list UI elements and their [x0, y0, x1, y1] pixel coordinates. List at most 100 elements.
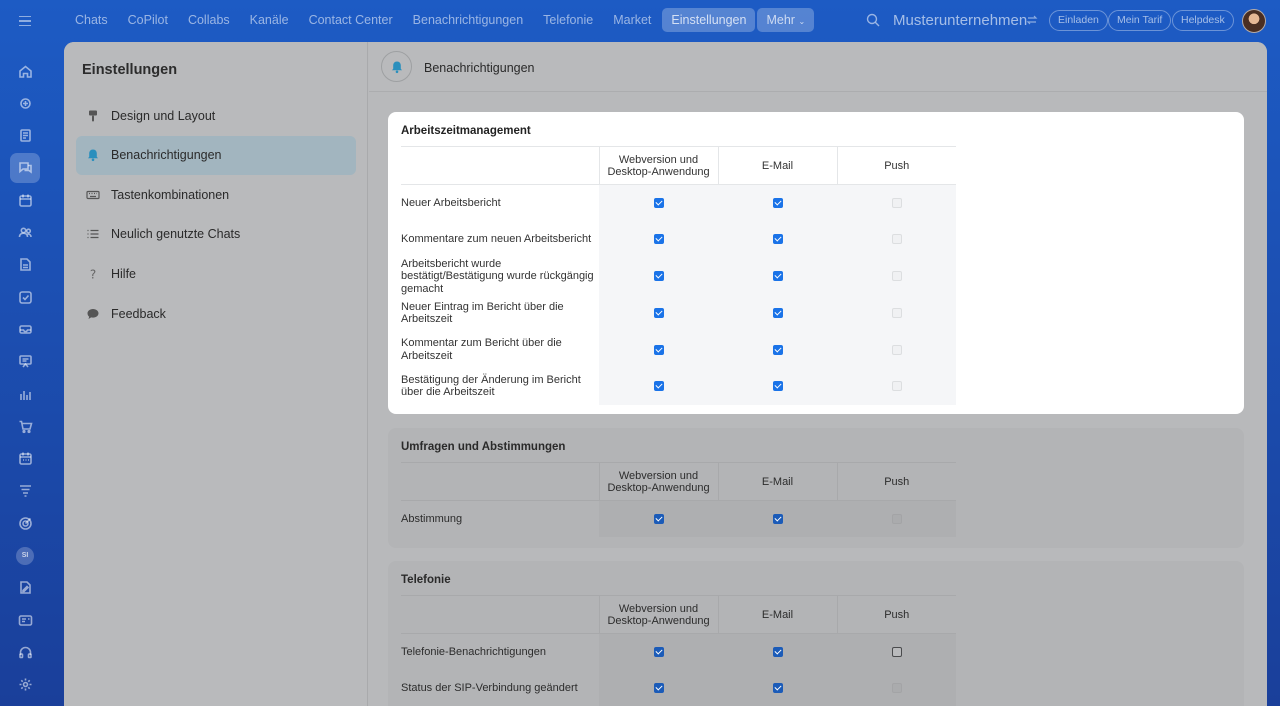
email-checkbox-cell — [718, 500, 837, 537]
si-avatar[interactable]: SI — [10, 541, 40, 571]
id-card-icon[interactable] — [10, 605, 40, 635]
target-icon[interactable] — [10, 508, 40, 538]
sidebar-item-tastenkombinationen[interactable]: Tastenkombinationen — [76, 175, 356, 214]
web-checkbox-cell — [599, 368, 718, 405]
web-checkbox[interactable] — [653, 234, 664, 245]
email-checkbox[interactable] — [772, 683, 783, 694]
sidebar-item-neulich-genutzte-chats[interactable]: Neulich genutzte Chats — [76, 215, 356, 254]
contacts-icon[interactable] — [10, 218, 40, 248]
table-row: Telefonie-Benachrichtigungen — [401, 633, 956, 670]
avatar[interactable] — [1242, 9, 1266, 33]
sidebar-item-benachrichtigungen[interactable]: Benachrichtigungen — [76, 135, 356, 175]
chats-icon[interactable] — [10, 152, 40, 183]
email-checkbox[interactable] — [772, 513, 783, 524]
switch-icon[interactable] — [1026, 14, 1038, 26]
email-checkbox[interactable] — [772, 381, 783, 392]
home-icon[interactable] — [10, 56, 40, 86]
email-checkbox[interactable] — [772, 646, 783, 657]
push-checkbox-cell — [837, 500, 956, 537]
sidebar-item-feedback[interactable]: Feedback — [76, 294, 356, 333]
headset-icon[interactable] — [10, 637, 40, 667]
push-checkbox[interactable] — [891, 646, 902, 657]
web-checkbox-cell — [599, 633, 718, 670]
push-checkbox-cell — [837, 184, 956, 221]
content-header: Benachrichtigungen — [369, 42, 1267, 92]
presentation-icon[interactable] — [10, 347, 40, 377]
svg-text:?: ? — [89, 267, 95, 281]
column-header: Webversion und Desktop-Anwendung — [599, 462, 719, 501]
copilot-icon[interactable] — [10, 88, 40, 118]
email-checkbox[interactable] — [772, 234, 783, 245]
menu-icon[interactable] — [14, 11, 36, 31]
push-checkbox-cell — [837, 221, 956, 258]
email-checkbox-cell — [718, 633, 837, 670]
table-row: Abstimmung — [401, 500, 956, 537]
helpdesk-button[interactable]: Helpdesk — [1172, 10, 1234, 31]
section-arbeitszeitmanagement: Arbeitszeitmanagement Webversion und Desk… — [388, 112, 1244, 414]
analytics-icon[interactable] — [10, 379, 40, 409]
push-checkbox — [891, 381, 902, 392]
nav-item-einstellungen[interactable]: Einstellungen — [662, 8, 756, 32]
email-checkbox[interactable] — [772, 271, 783, 282]
web-checkbox[interactable] — [653, 646, 664, 657]
sidebar-item-hilfe[interactable]: ? Hilfe — [76, 254, 356, 293]
table-row: Neuer Eintrag im Bericht über die Arbeit… — [401, 295, 956, 332]
web-checkbox[interactable] — [653, 381, 664, 392]
email-checkbox-cell — [718, 295, 837, 332]
web-checkbox[interactable] — [653, 344, 664, 355]
row-label: Neuer Eintrag im Bericht über die Arbeit… — [401, 300, 564, 326]
nav-item-market[interactable]: Market — [604, 8, 660, 32]
web-checkbox[interactable] — [653, 308, 664, 319]
invite-button[interactable]: Einladen — [1049, 10, 1108, 31]
my-plan-button[interactable]: Mein Tarif — [1108, 10, 1172, 31]
nav-item-collabs[interactable]: Collabs — [179, 8, 239, 32]
documents-icon[interactable] — [10, 250, 40, 280]
row-label: Neuer Arbeitsbericht — [401, 196, 501, 209]
question-icon: ? — [85, 266, 100, 281]
inbox-icon[interactable] — [10, 314, 40, 344]
search-icon[interactable] — [866, 13, 880, 27]
column-header: Push — [837, 146, 956, 185]
funnel-icon[interactable] — [10, 476, 40, 506]
email-checkbox[interactable] — [772, 197, 783, 208]
push-checkbox-cell — [837, 295, 956, 332]
nav-item-contact-center[interactable]: Contact Center — [300, 8, 402, 32]
push-checkbox-cell — [837, 633, 956, 670]
tasks-icon[interactable] — [10, 282, 40, 312]
calendar-icon[interactable] — [10, 185, 40, 215]
nav-more-button[interactable]: Mehr ⌄ — [757, 8, 815, 32]
notification-table: Webversion und Desktop-Anwendung E-Mail Pu… — [401, 462, 956, 537]
web-checkbox[interactable] — [653, 683, 664, 694]
nav-item-telefonie[interactable]: Telefonie — [534, 8, 602, 32]
web-checkbox[interactable] — [653, 197, 664, 208]
push-checkbox-cell — [837, 257, 956, 295]
section-telefonie: Telefonie Webversion und Desktop-Anwendun… — [388, 561, 1244, 706]
web-checkbox-cell — [599, 257, 718, 295]
email-checkbox[interactable] — [772, 344, 783, 355]
cart-icon[interactable] — [10, 411, 40, 441]
si-avatar-label: SI — [16, 546, 34, 565]
web-checkbox-cell — [599, 670, 718, 706]
booking-icon[interactable] — [10, 444, 40, 474]
settings-icon[interactable] — [10, 670, 40, 700]
nav-item-copilot[interactable]: CoPilot — [119, 8, 177, 32]
column-header: Webversion und Desktop-Anwendung — [599, 146, 719, 185]
table-row: Kommentar zum Bericht über die Arbeitsze… — [401, 331, 956, 368]
email-checkbox[interactable] — [772, 308, 783, 319]
sidebar-title: Einstellungen — [82, 62, 178, 78]
table-row: Bestätigung der Änderung im Bericht über… — [401, 368, 956, 405]
sidebar-item-design-und-layout[interactable]: Design und Layout — [76, 96, 356, 135]
push-checkbox — [891, 344, 902, 355]
email-checkbox-cell — [718, 368, 837, 405]
feed-icon[interactable] — [10, 121, 40, 151]
table-row: Status der SIP-Verbindung geändert — [401, 670, 956, 706]
sign-icon[interactable] — [10, 573, 40, 603]
bell-icon — [381, 51, 412, 82]
nav-item-benachrichtigungen[interactable]: Benachrichtigungen — [404, 8, 533, 32]
web-checkbox-cell — [599, 331, 718, 368]
nav-item-kanaele[interactable]: Kanäle — [241, 8, 298, 32]
web-checkbox[interactable] — [653, 271, 664, 282]
company-name[interactable]: Musterunternehmen — [893, 12, 1027, 29]
nav-item-chats[interactable]: Chats — [66, 8, 117, 32]
web-checkbox[interactable] — [653, 513, 664, 524]
